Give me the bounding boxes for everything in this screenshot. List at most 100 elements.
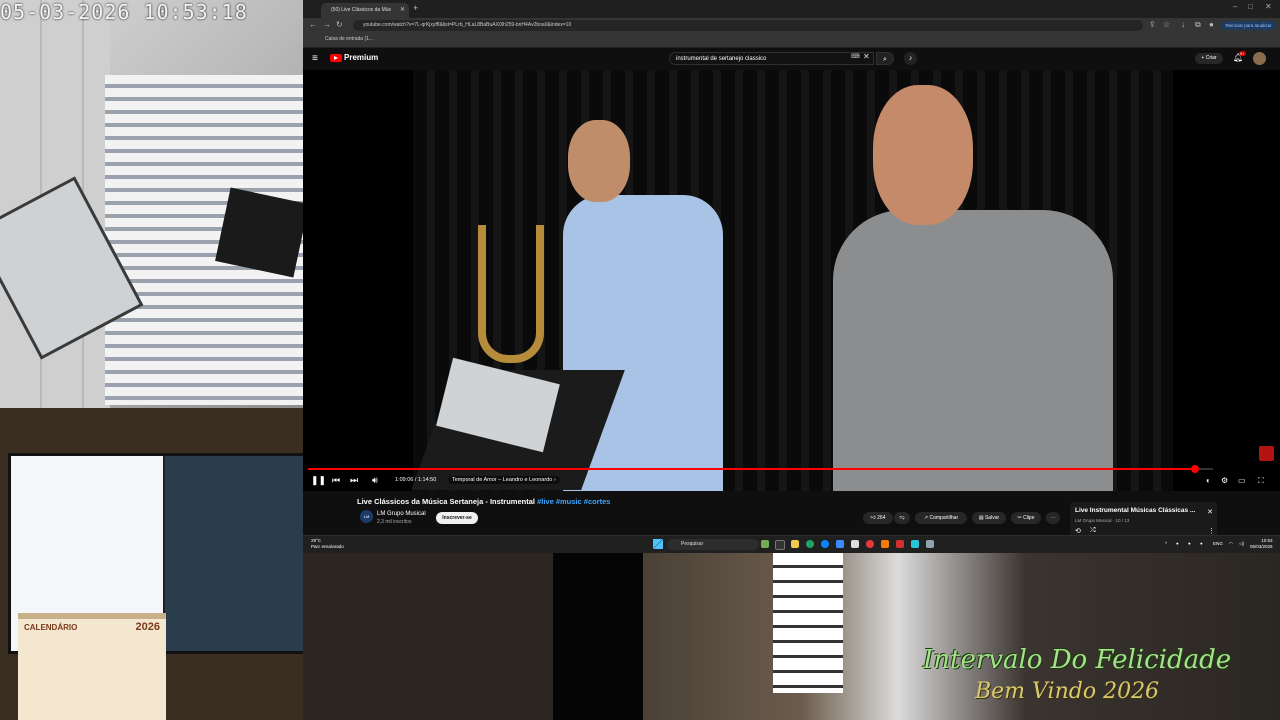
minimize-icon[interactable]: – — [1233, 2, 1237, 11]
video-title-text: Live Clássicos da Música Sertaneja - Ins… — [357, 497, 535, 506]
file-explorer-icon[interactable] — [791, 540, 799, 548]
chapter-text: Temporal de Amor – Leandro e Leonardo — [452, 477, 553, 483]
chapter-label[interactable]: Temporal de Amor – Leandro e Leonardo › — [448, 476, 560, 484]
voice-search-button[interactable]: ♪ — [904, 52, 917, 65]
video-player[interactable] — [303, 70, 1280, 491]
avatar[interactable] — [1253, 52, 1266, 65]
like-button[interactable]: 👍︎ 264 — [863, 512, 893, 524]
bookmarks-bar: Caixa de entrada (1... — [303, 33, 1280, 48]
autoplay-toggle-icon[interactable]: ◐ — [1206, 476, 1211, 485]
save-label: Salvar — [984, 515, 1000, 521]
url-field[interactable]: youtube.com/watch?v=7L-qrKjxyf8&list=PLr… — [353, 20, 1143, 31]
video-title-tags[interactable]: #live #music #cortes — [537, 497, 610, 506]
new-tab-icon[interactable]: + — [413, 3, 418, 13]
settings-app-icon[interactable] — [926, 540, 934, 548]
reload-icon[interactable]: ↻ — [336, 20, 343, 29]
clip-label: Clipe — [1023, 515, 1035, 521]
fullscreen-icon[interactable]: ⛶ — [1258, 476, 1264, 486]
tray-icon[interactable]: ● — [1188, 541, 1191, 546]
miniplayer-icon[interactable]: ▭ — [1238, 476, 1246, 485]
share-label: Compartilhar — [929, 515, 959, 521]
share-button[interactable]: ↗ Compartilhar — [915, 512, 967, 524]
youtube-logo-icon[interactable] — [330, 54, 342, 62]
more-actions-button[interactable]: ⋯ — [1046, 512, 1060, 524]
tray-icon[interactable]: ● — [1200, 541, 1203, 546]
app-icon-cyan[interactable] — [911, 540, 919, 548]
channel-avatar[interactable]: LM — [360, 510, 373, 523]
progress-fill — [308, 468, 1195, 470]
clock-date: 05/03/2026 — [1250, 544, 1273, 549]
clear-search-icon[interactable]: ✕ — [863, 52, 870, 61]
progress-handle[interactable] — [1191, 465, 1199, 473]
share-page-icon[interactable]: ⇪ — [1149, 20, 1156, 29]
window-close-icon[interactable]: ✕ — [1265, 2, 1272, 11]
desk-calendar: CALENDÁRIO 2026 — [18, 613, 166, 720]
forward-icon[interactable]: → — [323, 20, 331, 29]
search-input[interactable]: instrumental de sertanejo classico — [669, 52, 874, 65]
camera-timestamp: 05-03-2026 10:53:18 — [0, 0, 248, 24]
dislike-icon: 👎︎ — [899, 515, 905, 521]
task-view-icon[interactable] — [775, 540, 785, 550]
browser-tab[interactable]: (50) Live Clássicos da Mús ✕ — [321, 3, 409, 18]
maximize-icon[interactable]: □ — [1248, 2, 1253, 11]
edge-icon[interactable] — [821, 540, 829, 548]
next-icon[interactable]: ⏭︎ — [350, 475, 358, 486]
tray-chevron-icon[interactable]: ^ — [1165, 541, 1167, 546]
more-icon[interactable]: ⋮ — [1208, 527, 1215, 535]
keyboard-player — [833, 85, 1113, 491]
taskbar-app-icon[interactable] — [761, 540, 769, 548]
taskbar-search[interactable]: Pesquisar — [667, 539, 759, 550]
address-bar-row: ← → ↻ youtube.com/watch?v=7L-qrKjxyf8&li… — [303, 18, 1280, 33]
star-icon[interactable]: ☆ — [1163, 20, 1170, 29]
tray-icon[interactable]: ● — [1176, 541, 1179, 546]
video-title: Live Clássicos da Música Sertaneja - Ins… — [357, 497, 610, 506]
save-button[interactable]: ▤ Salvar — [972, 512, 1006, 524]
close-icon[interactable]: ✕ — [400, 3, 405, 18]
volume-icon[interactable]: 🔊︎ — [372, 475, 378, 486]
weather-widget[interactable]: 29°C Parc ensolarado — [311, 538, 344, 550]
channel-name[interactable]: LM Grupo Musical — [377, 511, 426, 517]
dislike-button[interactable]: 👎︎ — [894, 512, 910, 524]
loop-icon[interactable]: ⟲ — [1075, 527, 1081, 535]
camera-feed-middle — [303, 553, 553, 720]
update-button[interactable]: Reiniciar para atualizar — [1221, 21, 1276, 30]
speaker-icon[interactable]: ◁) — [1239, 541, 1244, 547]
playlist-title[interactable]: Live Instrumental Músicas Clássicas ... — [1075, 507, 1195, 514]
wifi-icon[interactable]: ◠ — [1229, 541, 1233, 547]
download-icon[interactable]: ↓ — [1181, 20, 1185, 29]
taskbar: 29°C Parc ensolarado Pesquisar ^ ● ● ● E… — [303, 535, 1280, 553]
bookmark-inbox[interactable]: Caixa de entrada (1... — [325, 36, 373, 42]
language-indicator[interactable]: ENG — [1213, 541, 1223, 546]
app-icon-red[interactable] — [896, 540, 904, 548]
opera-icon[interactable] — [866, 540, 874, 548]
clip-button[interactable]: ✂ Clipe — [1011, 512, 1041, 524]
playlist-subtitle: LM Grupo Musical · 10 / 13 — [1075, 518, 1130, 523]
taskbar-clock[interactable]: 10:53 05/03/2026 — [1250, 538, 1273, 550]
shuffle-icon[interactable]: ⤮ — [1090, 527, 1096, 535]
create-label: Criar — [1205, 55, 1217, 61]
taskbar-search-text: Pesquisar — [681, 541, 704, 547]
channel-watermark-icon[interactable] — [1259, 446, 1274, 461]
tab-title: (50) Live Clássicos da Mús — [331, 7, 392, 13]
back-icon[interactable]: ← — [309, 20, 317, 29]
subscribe-button[interactable]: Inscrever-se — [436, 512, 478, 524]
browser-window: (50) Live Clássicos da Mús ✕ + – □ ✕ ← →… — [303, 0, 1280, 553]
window-grid — [773, 553, 843, 693]
windows-start-icon[interactable] — [653, 539, 663, 549]
store-icon[interactable] — [836, 540, 844, 548]
pause-icon[interactable]: ❚❚ — [311, 475, 326, 486]
keyboard-icon[interactable]: ⌨ — [851, 53, 860, 60]
app-icon[interactable] — [851, 540, 859, 548]
close-icon[interactable]: ✕ — [1207, 508, 1213, 516]
search-button[interactable]: ⌕ — [876, 52, 894, 65]
extensions-icon[interactable]: ⧉ — [1195, 20, 1201, 30]
chrome-icon[interactable] — [806, 540, 814, 548]
settings-icon[interactable]: ⚙ — [1221, 476, 1228, 485]
create-button[interactable]: + Criar — [1195, 53, 1223, 64]
vlc-icon[interactable] — [881, 540, 889, 548]
menu-icon[interactable]: ≡ — [312, 53, 318, 64]
overlay-caption-title: Intervalo Do Felicidade — [923, 645, 1232, 675]
profile-icon[interactable]: ● — [1209, 20, 1214, 29]
previous-icon[interactable]: ⏮︎ — [332, 475, 340, 486]
premium-label[interactable]: Premium — [344, 53, 378, 62]
